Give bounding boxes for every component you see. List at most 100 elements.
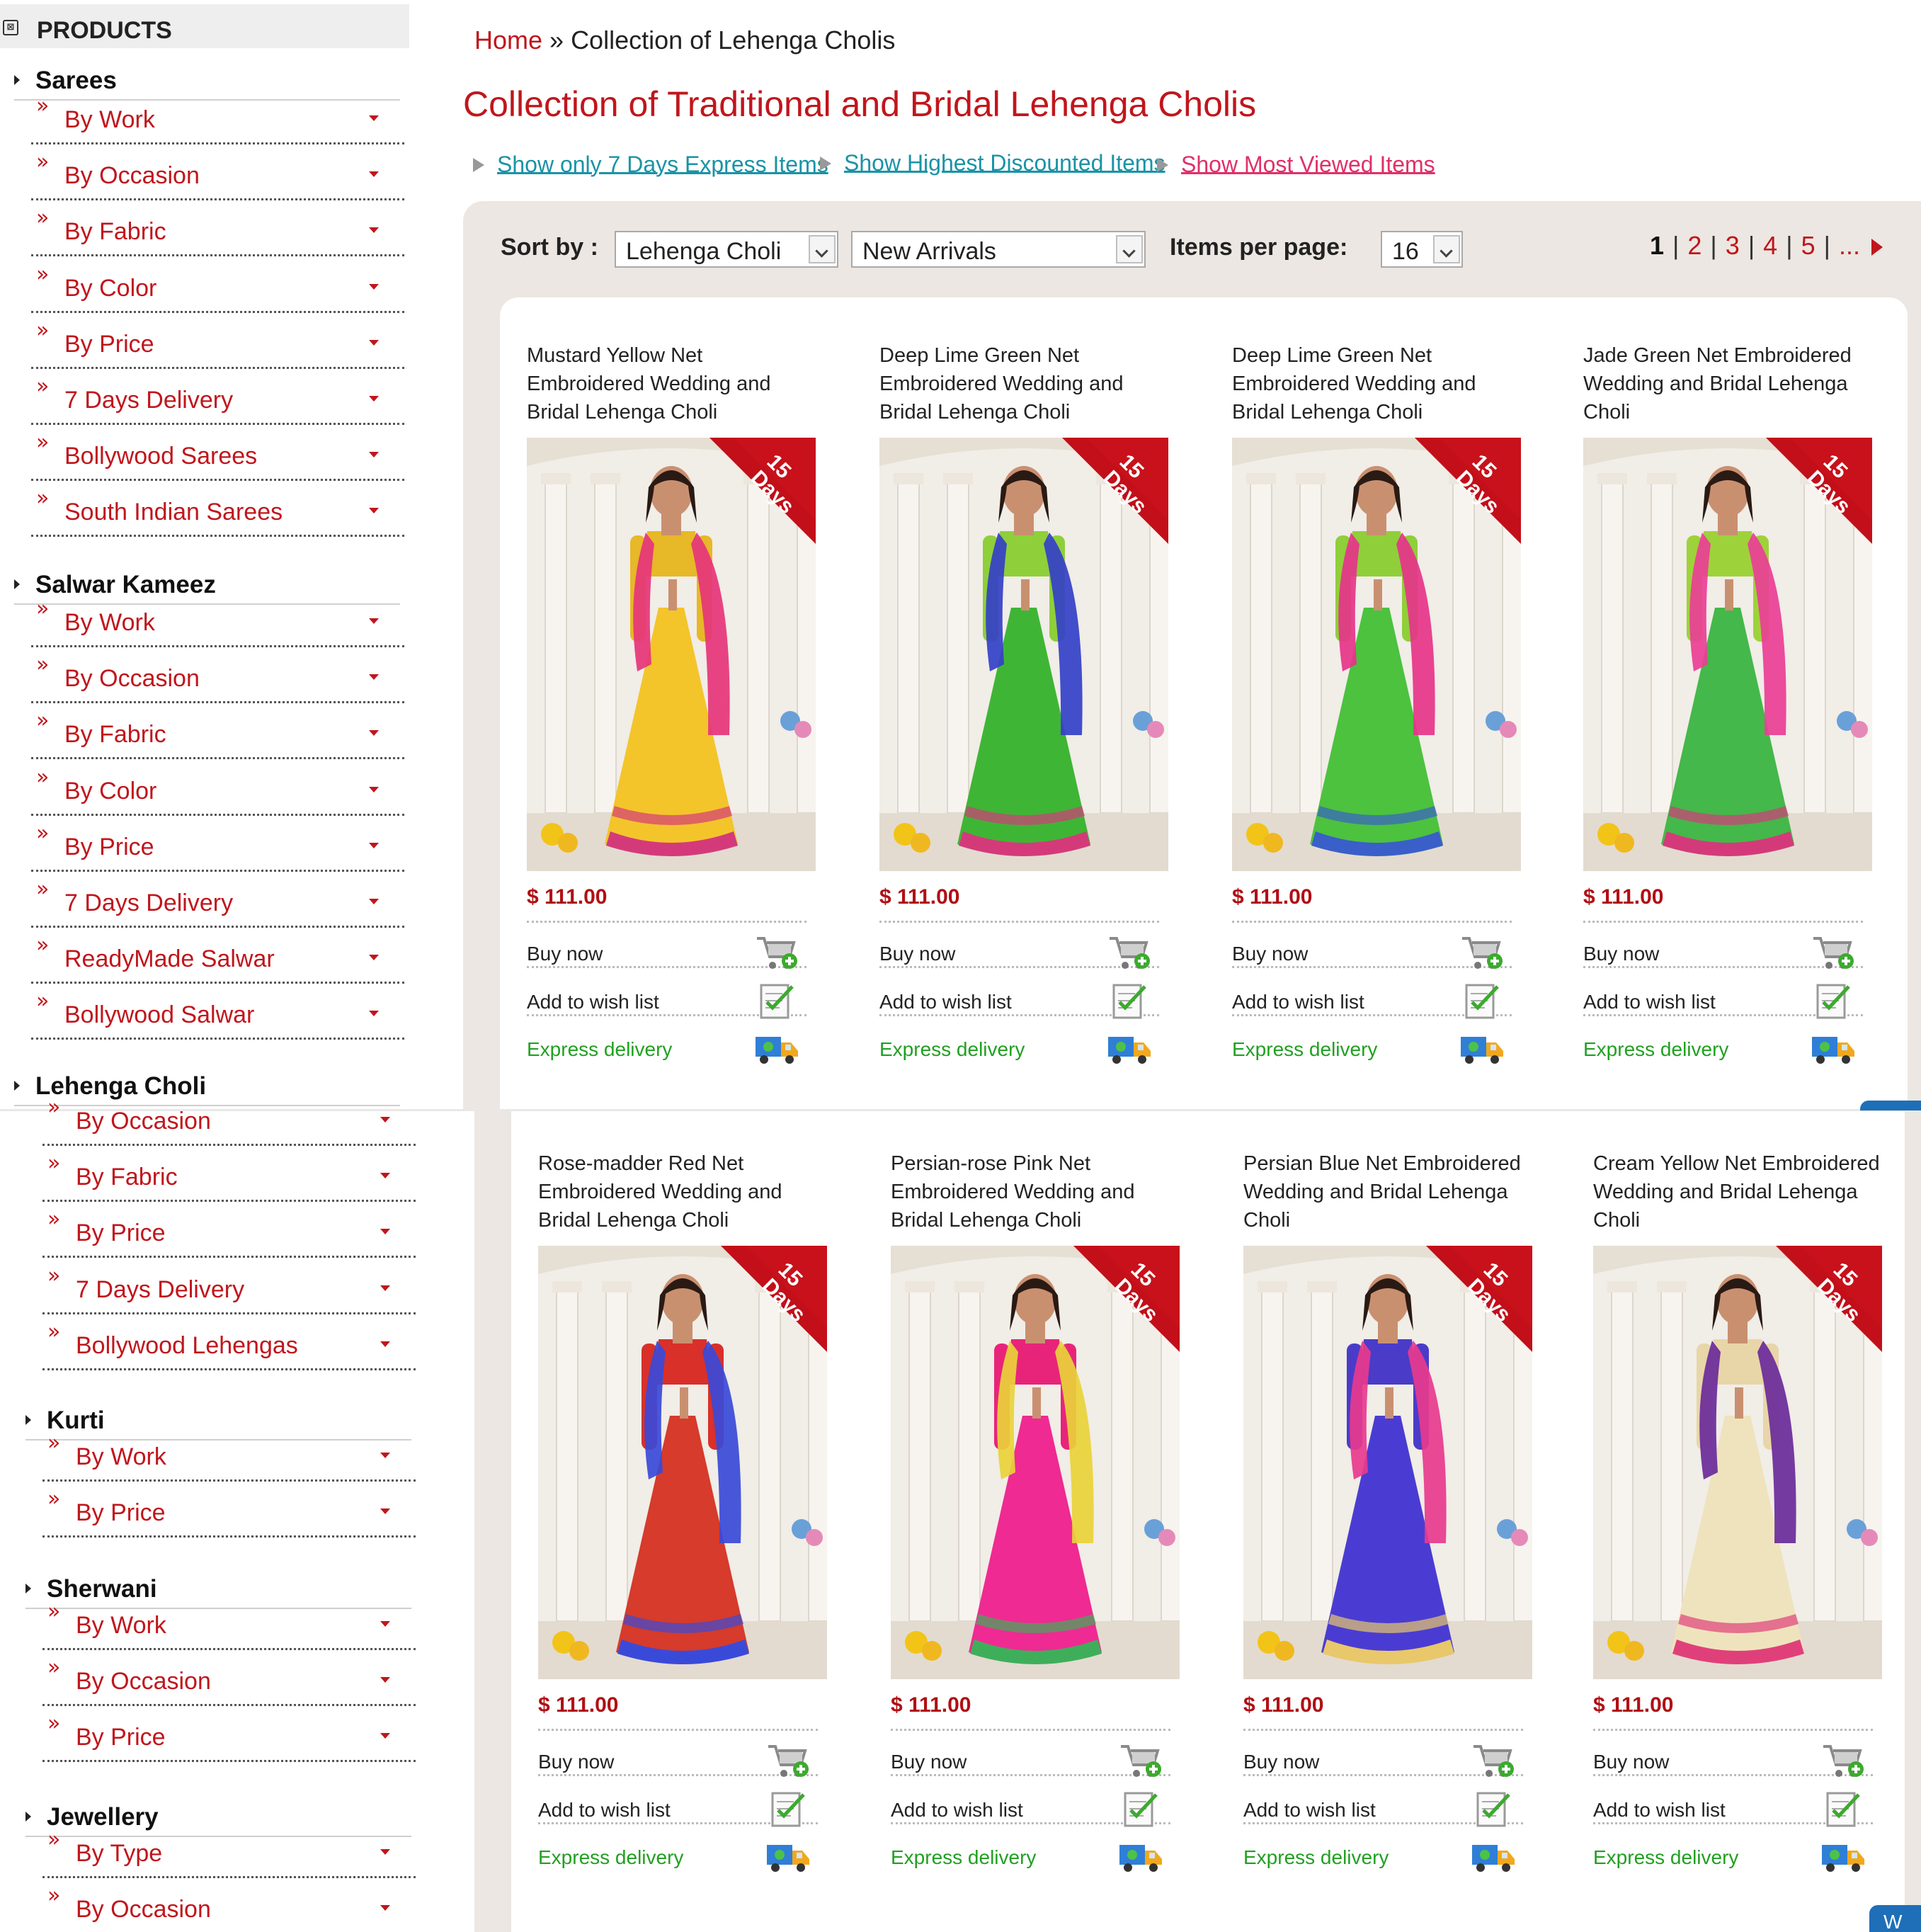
- page-link[interactable]: 4: [1763, 231, 1777, 260]
- cart-add-icon[interactable]: [1107, 933, 1152, 974]
- wishlist-notepad-icon[interactable]: [1459, 981, 1505, 1022]
- sidebar-subitem[interactable]: » 7 Days Delivery: [31, 874, 404, 928]
- cart-add-icon[interactable]: [754, 933, 799, 974]
- wishlist-notepad-icon[interactable]: [1811, 981, 1856, 1022]
- product-name-link[interactable]: Persian Blue Net Embroidered Wedding and…: [1243, 1149, 1534, 1234]
- page-link[interactable]: 3: [1726, 231, 1740, 260]
- sidebar-subitem[interactable]: » By Occasion: [31, 147, 404, 200]
- double-chevron-icon: »: [36, 708, 50, 733]
- product-image[interactable]: 15 Days: [1232, 438, 1521, 871]
- add-to-wishlist-link[interactable]: Add to wish list: [527, 984, 806, 1019]
- sidebar-subitem[interactable]: » By Price: [42, 1204, 416, 1258]
- product-image[interactable]: 15 Days: [538, 1246, 827, 1679]
- cart-add-icon[interactable]: [1459, 933, 1505, 974]
- double-chevron-icon: »: [36, 374, 50, 399]
- filter-discount-link[interactable]: Show Highest Discounted Items: [820, 149, 1165, 176]
- sidebar-subitem[interactable]: » By Fabric: [31, 203, 404, 256]
- buy-now-link[interactable]: Buy now: [1243, 1745, 1523, 1777]
- add-to-wishlist-link[interactable]: Add to wish list: [538, 1792, 818, 1827]
- wishlist-notepad-icon[interactable]: [765, 1789, 811, 1830]
- product-name-link[interactable]: Mustard Yellow Net Embroidered Wedding a…: [527, 341, 817, 426]
- sidebar-subitem[interactable]: » By Fabric: [31, 705, 404, 759]
- sidebar-subitem[interactable]: » By Occasion: [31, 649, 404, 703]
- buy-now-link[interactable]: Buy now: [879, 937, 1159, 969]
- sidebar-subitem[interactable]: » By Color: [31, 762, 404, 816]
- product-image[interactable]: 15 Days: [879, 438, 1168, 871]
- sort-order-select[interactable]: New Arrivals: [851, 231, 1146, 268]
- express-delivery-badge: Express delivery: [527, 1035, 806, 1064]
- next-page-icon[interactable]: [1871, 239, 1883, 256]
- sidebar-subitem[interactable]: » South Indian Sarees: [31, 483, 404, 537]
- product-price: $ 111.00: [1232, 885, 1313, 909]
- sidebar-subitem[interactable]: » Bollywood Lehengas: [42, 1317, 416, 1370]
- add-to-wishlist-link[interactable]: Add to wish list: [891, 1792, 1170, 1827]
- delivery-truck-icon: [756, 1037, 798, 1064]
- buy-now-link[interactable]: Buy now: [1583, 937, 1863, 969]
- side-tab-label: W: [1883, 1911, 1903, 1932]
- sidebar-subitem[interactable]: » 7 Days Delivery: [31, 371, 404, 425]
- add-to-wishlist-link[interactable]: Add to wish list: [1243, 1792, 1523, 1827]
- sidebar-subitem[interactable]: » ReadyMade Salwar: [31, 930, 404, 984]
- product-price: $ 111.00: [879, 885, 960, 909]
- sidebar-subitem[interactable]: » By Color: [31, 259, 404, 313]
- cart-add-icon[interactable]: [765, 1741, 811, 1782]
- sidebar-subitem[interactable]: » By Occasion: [42, 1652, 416, 1706]
- product-name-link[interactable]: Cream Yellow Net Embroidered Wedding and…: [1593, 1149, 1883, 1234]
- sidebar-subitem[interactable]: » By Price: [42, 1708, 416, 1762]
- page-link-more[interactable]: ...: [1839, 231, 1860, 260]
- product-image[interactable]: 15 Days: [1593, 1246, 1882, 1679]
- product-image[interactable]: 15 Days: [891, 1246, 1180, 1679]
- page-link[interactable]: 5: [1801, 231, 1815, 260]
- product-image[interactable]: 15 Days: [1243, 1246, 1532, 1679]
- sidebar-subitem[interactable]: » By Occasion: [42, 1880, 416, 1932]
- sidebar-subitem[interactable]: » By Price: [31, 315, 404, 369]
- sidebar-subitem[interactable]: » By Work: [42, 1596, 416, 1650]
- breadcrumb-home-link[interactable]: Home: [474, 25, 542, 55]
- wishlist-notepad-icon[interactable]: [754, 981, 799, 1022]
- buy-now-link[interactable]: Buy now: [891, 1745, 1170, 1777]
- sort-category-select[interactable]: Lehenga Choli: [615, 231, 838, 268]
- add-to-wishlist-link[interactable]: Add to wish list: [1593, 1792, 1873, 1827]
- wishlist-notepad-icon[interactable]: [1820, 1789, 1866, 1830]
- sidebar-subitem[interactable]: » Bollywood Sarees: [31, 427, 404, 481]
- product-name-link[interactable]: Rose-madder Red Net Embroidered Wedding …: [538, 1149, 828, 1234]
- sidebar-subitem[interactable]: » By Price: [42, 1484, 416, 1538]
- buy-now-link[interactable]: Buy now: [527, 937, 806, 969]
- product-name-link[interactable]: Deep Lime Green Net Embroidered Wedding …: [879, 341, 1170, 426]
- filter-express-link[interactable]: Show only 7 Days Express Items: [473, 150, 828, 178]
- buy-now-link[interactable]: Buy now: [1593, 1745, 1873, 1777]
- add-to-wishlist-link[interactable]: Add to wish list: [1583, 984, 1863, 1019]
- collapse-icon[interactable]: ⊠: [3, 20, 18, 35]
- sidebar-subitem[interactable]: » By Work: [42, 1428, 416, 1482]
- cart-add-icon[interactable]: [1471, 1741, 1516, 1782]
- sidebar-subitem[interactable]: » 7 Days Delivery: [42, 1261, 416, 1314]
- add-to-wishlist-link[interactable]: Add to wish list: [1232, 984, 1512, 1019]
- wishlist-notepad-icon[interactable]: [1471, 1789, 1516, 1830]
- wishlist-notepad-icon[interactable]: [1118, 1789, 1163, 1830]
- buy-now-link[interactable]: Buy now: [538, 1745, 818, 1777]
- add-to-wishlist-link[interactable]: Add to wish list: [879, 984, 1159, 1019]
- product-image[interactable]: 15 Days: [527, 438, 816, 871]
- product-name-link[interactable]: Deep Lime Green Net Embroidered Wedding …: [1232, 341, 1522, 426]
- sidebar-subitem[interactable]: » By Work: [31, 593, 404, 647]
- sidebar-subitem[interactable]: » By Type: [42, 1824, 416, 1878]
- cart-add-icon[interactable]: [1811, 933, 1856, 974]
- product-name-link[interactable]: Persian-rose Pink Net Embroidered Weddin…: [891, 1149, 1181, 1234]
- product-name-link[interactable]: Jade Green Net Embroidered Wedding and B…: [1583, 341, 1874, 426]
- page-link[interactable]: 2: [1687, 231, 1701, 260]
- product-card: Deep Lime Green Net Embroidered Wedding …: [879, 341, 1170, 1085]
- sidebar-subitem[interactable]: » By Work: [31, 91, 404, 144]
- buy-now-link[interactable]: Buy now: [1232, 937, 1512, 969]
- side-tab[interactable]: [1860, 1101, 1921, 1110]
- filter-viewed-link[interactable]: Show Most Viewed Items: [1157, 150, 1435, 178]
- product-image[interactable]: 15 Days: [1583, 438, 1872, 871]
- sidebar-subitem[interactable]: » By Occasion: [42, 1092, 416, 1146]
- sidebar-subitem[interactable]: » Bollywood Salwar: [31, 986, 404, 1040]
- sidebar-subitem[interactable]: » By Fabric: [42, 1148, 416, 1202]
- wishlist-notepad-icon[interactable]: [1107, 981, 1152, 1022]
- sidebar-subitem[interactable]: » By Price: [31, 818, 404, 872]
- cart-add-icon[interactable]: [1820, 1741, 1866, 1782]
- items-per-page-select[interactable]: 16: [1381, 231, 1463, 268]
- side-tab[interactable]: W: [1869, 1905, 1921, 1932]
- cart-add-icon[interactable]: [1118, 1741, 1163, 1782]
